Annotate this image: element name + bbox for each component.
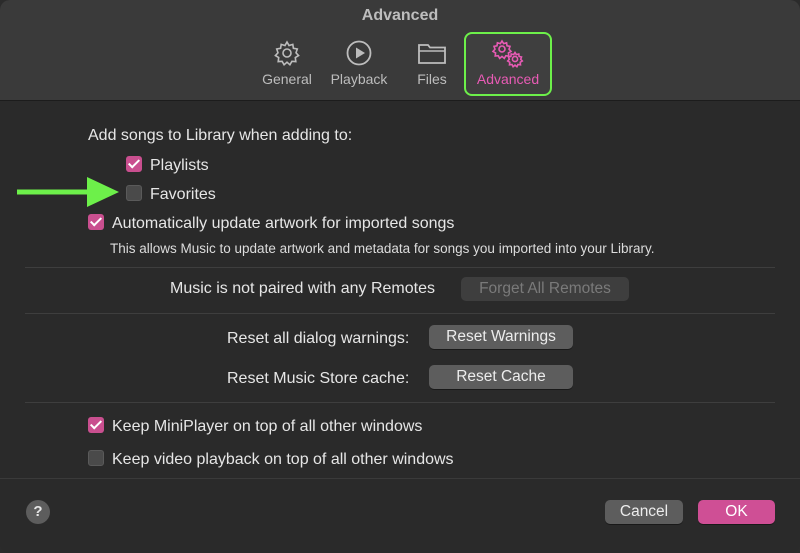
tab-label: Files: [417, 71, 447, 87]
tab-label: Playback: [330, 71, 388, 87]
tab-advanced[interactable]: Advanced: [464, 32, 552, 96]
reset-warnings-label: Reset all dialog warnings:: [227, 330, 410, 347]
ok-button[interactable]: OK: [698, 500, 775, 524]
artwork-description: This allows Music to update artwork and …: [110, 241, 655, 256]
window-title: Advanced: [361, 7, 439, 24]
reset-cache-button[interactable]: Reset Cache: [429, 365, 573, 389]
tab-files[interactable]: Files: [408, 34, 456, 94]
divider: [25, 402, 775, 403]
tab-general[interactable]: General: [256, 34, 318, 94]
gear-icon: [274, 40, 300, 67]
play-circle-icon: [346, 40, 372, 66]
artwork-checkbox[interactable]: Automatically update artwork for importe…: [88, 214, 454, 233]
toolbar: Advanced General Playback Files Advanced: [0, 0, 800, 101]
gears-icon: [491, 39, 524, 68]
dialog-footer: ? Cancel OK: [0, 478, 800, 553]
miniplayer-label: Keep MiniPlayer on top of all other wind…: [112, 418, 423, 435]
reset-cache-label: Reset Music Store cache:: [227, 370, 410, 387]
artwork-label: Automatically update artwork for importe…: [112, 215, 455, 232]
playlists-label: Playlists: [150, 157, 209, 174]
favorites-checkbox[interactable]: Favorites: [126, 185, 216, 204]
advanced-pane: Add songs to Library when adding to: Pla…: [0, 101, 800, 481]
help-button[interactable]: ?: [26, 500, 50, 524]
divider: [25, 267, 775, 268]
video-label: Keep video playback on top of all other …: [112, 451, 454, 468]
green-arrow-icon: [17, 177, 119, 207]
folder-icon: [418, 44, 446, 64]
checkbox-checked[interactable]: [88, 417, 104, 433]
checkbox-unchecked[interactable]: [126, 185, 142, 201]
preferences-window: Advanced General Playback Files Advanced…: [0, 0, 800, 553]
checkbox-unchecked[interactable]: [88, 450, 104, 466]
library-heading: Add songs to Library when adding to:: [88, 127, 353, 144]
remotes-status: Music is not paired with any Remotes: [170, 280, 435, 297]
playlists-checkbox[interactable]: Playlists: [126, 156, 209, 175]
favorites-label: Favorites: [150, 186, 216, 203]
tab-label: General: [262, 71, 312, 87]
checkbox-checked[interactable]: [126, 156, 142, 172]
tab-label: Advanced: [476, 71, 540, 87]
tab-playback[interactable]: Playback: [326, 34, 392, 94]
video-checkbox[interactable]: Keep video playback on top of all other …: [88, 450, 454, 469]
reset-warnings-button[interactable]: Reset Warnings: [429, 325, 573, 349]
divider: [25, 313, 775, 314]
checkbox-checked[interactable]: [88, 214, 104, 230]
cancel-button[interactable]: Cancel: [605, 500, 683, 524]
forget-all-remotes-button[interactable]: Forget All Remotes: [461, 277, 629, 301]
miniplayer-checkbox[interactable]: Keep MiniPlayer on top of all other wind…: [88, 417, 422, 436]
